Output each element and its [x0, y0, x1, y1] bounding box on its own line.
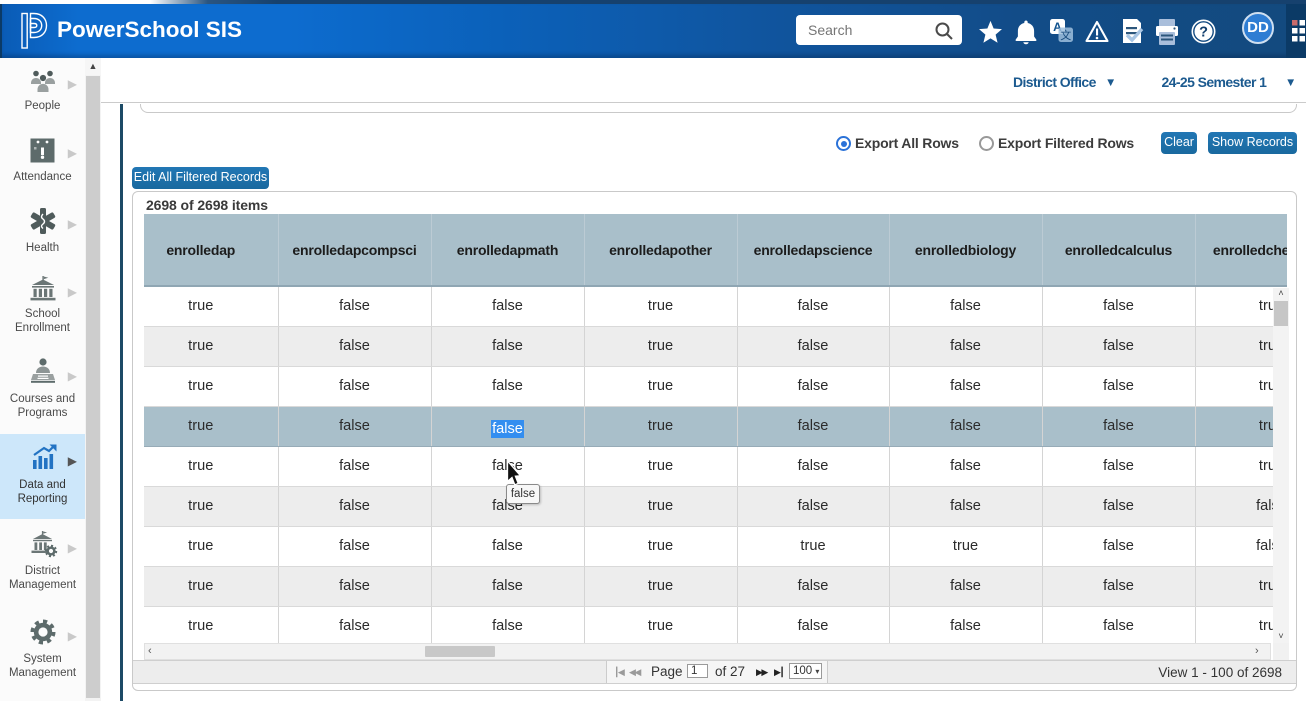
svg-text:文: 文 [1060, 28, 1071, 42]
svg-text:?: ? [1199, 25, 1208, 41]
